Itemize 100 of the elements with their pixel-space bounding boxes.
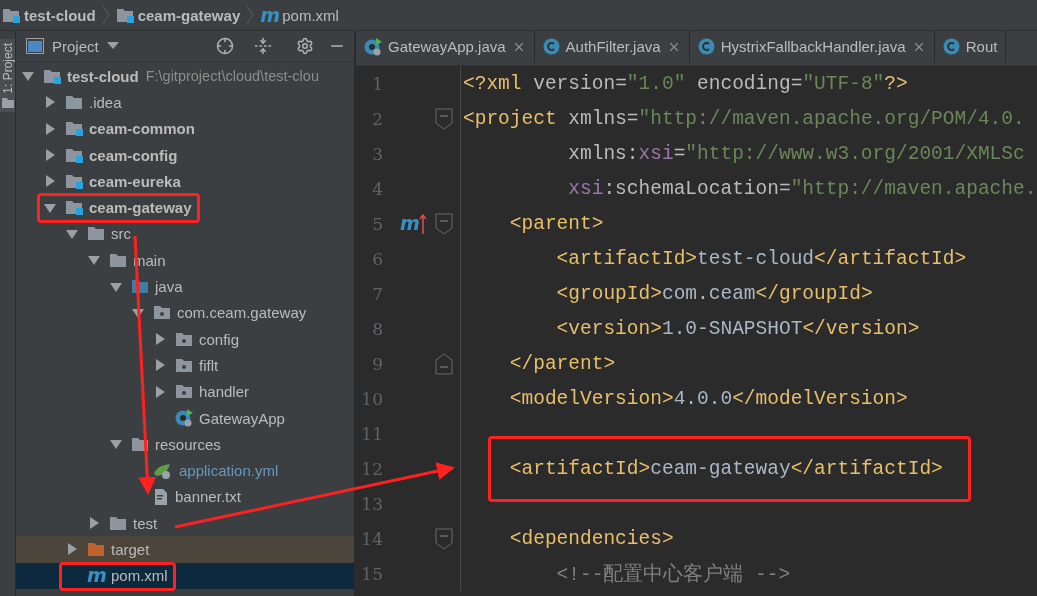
tree-item-label: ceam-gateway [89,199,192,217]
collapse-arrow-icon[interactable] [43,95,57,110]
fold-icon[interactable] [434,106,453,131]
tree-row[interactable]: src [16,220,354,248]
locate-icon[interactable] [216,37,234,55]
tree-row[interactable]: resources [16,431,354,458]
code-line: <!--配置中心客户端 --> [556,562,791,587]
tree-item-label: test-cloud [67,67,139,85]
tree-item-label: src [111,225,131,243]
tree-row[interactable]: GatewayApp [16,404,354,432]
tree-row[interactable]: com.ceam.gateway [16,299,354,326]
collapse-arrow-icon[interactable] [153,332,167,347]
collapse-arrow-icon[interactable] [87,516,101,531]
folder-icon [175,331,193,347]
folder-icon [65,94,83,110]
folder-icon [65,200,83,216]
leaf-icon [153,461,173,480]
tree-item-label: java [155,278,183,295]
folder-icon [153,305,171,321]
line-number: 12 [360,458,383,479]
folder-icon [115,7,134,23]
line-number: 5 [371,213,383,234]
tree-row[interactable]: target [16,536,354,563]
panel-title[interactable]: Project [52,37,99,55]
fold-icon[interactable] [434,526,453,551]
collapse-arrow-icon[interactable] [43,121,57,136]
folder-icon [175,357,193,373]
line-number: 15 [360,563,383,584]
line-number: 10 [360,388,383,409]
maven-icon[interactable]: m [400,214,418,233]
tree-item-label: fiflt [199,356,219,374]
breadcrumb-item[interactable]: pom.xml [282,6,339,24]
maven-icon: m [87,566,105,586]
code-line: </parent> [509,352,616,375]
tree-row[interactable]: ceam-common [16,115,354,142]
code-line: <version>1.0-SNAPSHOT</version> [556,317,920,340]
tree-row[interactable]: ceam-eureka [16,168,354,195]
tree-row[interactable]: test-cloud F:\gitproject\cloud\test-clou [16,63,354,90]
folder-icon [65,173,83,189]
code-line: <artifactId>test-cloud</artifactId> [556,247,967,270]
collapse-arrow-icon[interactable] [43,174,57,189]
tree-row[interactable]: ceam-config [16,141,354,169]
code-line: <parent> [509,212,604,235]
tree-item-label: ceam-config [89,146,178,164]
collapse-arrow-icon[interactable] [43,148,57,163]
folder-icon [87,542,105,557]
line-number: 9 [371,353,383,374]
breadcrumb-item[interactable]: test-cloud [24,6,96,24]
line-number: 2 [371,108,383,129]
tree-item-label: ceam-eureka [89,172,181,190]
window-icon [26,38,44,54]
tree-item-label: ceam-common [89,120,195,138]
class-icon [542,38,560,55]
line-number: 7 [371,283,383,304]
code-line: <artifactId>ceam-gateway</artifactId> [509,457,943,480]
folder-icon [109,515,127,531]
folder-icon [109,252,127,268]
line-number: 8 [371,318,383,339]
tree-item-label: .idea [89,93,122,111]
fold-icon[interactable] [434,211,453,236]
tree-row[interactable]: m pom.xml [16,562,354,589]
breadcrumb-item[interactable]: ceam-gateway [137,6,241,24]
collapse-arrow-icon[interactable] [153,358,167,373]
settings-icon[interactable] [296,37,314,55]
folder-icon [43,68,61,84]
fold-icon[interactable] [434,351,453,376]
collapse-arrow-icon[interactable] [153,384,167,399]
tree-row[interactable]: handler [16,378,354,405]
code-line: <project xmlns="http://maven.apache.org/POM/4.0. [463,107,1025,130]
tree-item-label: target [111,541,150,558]
line-number: 1 [371,73,383,94]
up-arrow-icon[interactable] [419,212,427,235]
class-icon [697,38,715,55]
tree-row[interactable]: ceam-gateway [16,194,354,221]
path-text: F:\gitproject\cloud\test-clou [145,68,319,85]
line-number: 14 [360,528,383,549]
tree-item-label: pom.xml [111,567,168,585]
tree-row[interactable]: java [16,273,354,300]
class-icon [942,38,960,55]
folder-icon [65,147,83,163]
tree-item-label: application.yml [179,462,279,480]
tree-item-label: handler [199,383,250,401]
line-number: 4 [371,178,383,199]
tree-row[interactable]: banner.txt [16,483,354,511]
code-line: <?xml version="1.0" encoding="UTF-8"?> [463,72,908,95]
line-number: 11 [360,423,383,444]
dropdown-caret-icon[interactable] [106,42,119,50]
tree-row[interactable]: config [16,325,354,353]
collapse-all-icon[interactable] [254,37,272,55]
collapse-arrow-icon[interactable] [65,542,79,557]
line-number: 6 [371,248,383,269]
folder-icon [175,384,193,400]
tool-window-tab[interactable]: 1: Project [0,39,15,112]
class-icon [175,409,193,427]
tree-row[interactable]: .idea [16,89,354,116]
class-icon [364,37,382,56]
tree-row[interactable]: application.yml [16,457,354,484]
line-number: 13 [360,493,383,514]
tree-row[interactable]: test [16,510,354,537]
tree-row[interactable]: fiflt [16,352,354,379]
